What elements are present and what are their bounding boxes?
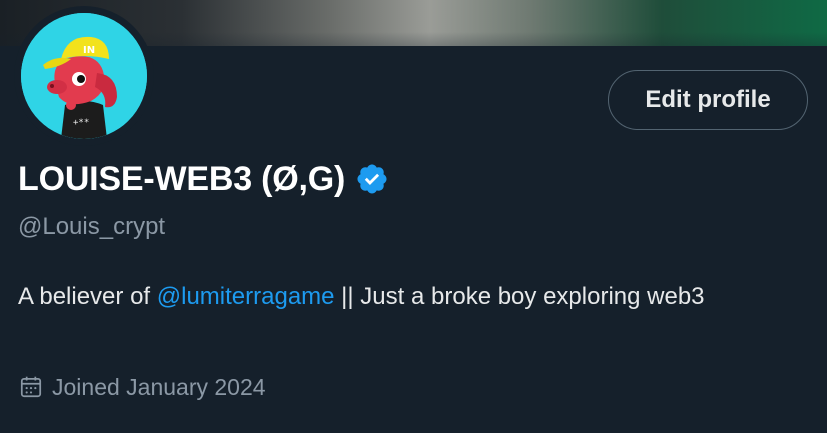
bio-mention-link[interactable]: @lumiterragame (157, 283, 335, 310)
edit-profile-button[interactable]: Edit profile (608, 70, 808, 130)
svg-text:IN: IN (83, 45, 95, 56)
bio-text: A believer of (18, 283, 157, 310)
profile-bio: A believer of @lumiterragame || Just a b… (18, 278, 808, 316)
profile-handle: @Louis_crypt (18, 213, 166, 240)
joined-date: Joined January 2024 (18, 370, 266, 404)
joined-text: Joined January 2024 (52, 373, 266, 400)
name-row: LOUISE-WEB3 (Ø,G) (18, 156, 389, 202)
display-name: LOUISE-WEB3 (Ø,G) (18, 159, 346, 198)
svg-text:+**: +** (73, 118, 89, 128)
avatar[interactable]: +** IN (21, 13, 147, 139)
verified-badge-icon[interactable] (355, 162, 389, 196)
avatar-image: +** IN (21, 13, 147, 139)
bio-text: || Just a broke boy exploring web3 (334, 283, 705, 310)
calendar-icon (20, 376, 42, 398)
